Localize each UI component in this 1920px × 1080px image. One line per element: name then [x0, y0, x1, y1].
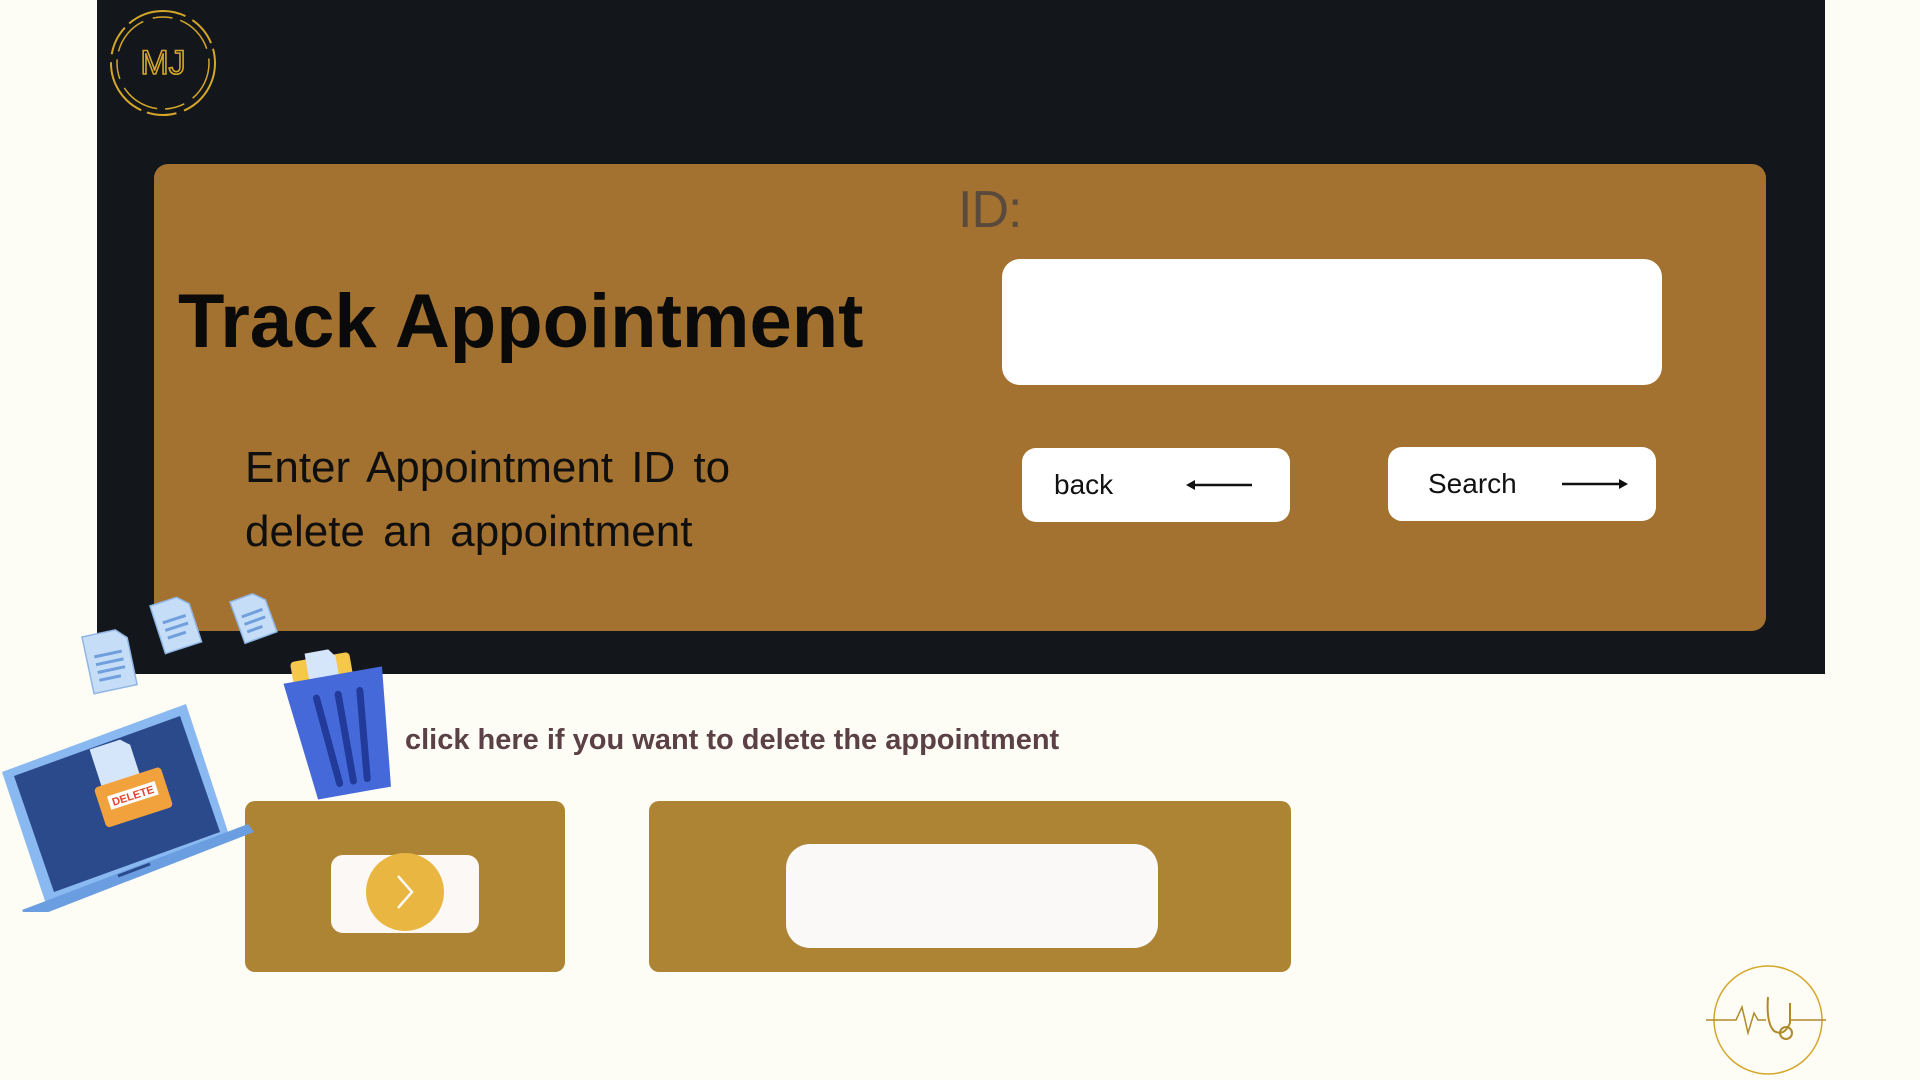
appointment-id-input[interactable]: [1002, 259, 1662, 385]
document-icon: [81, 629, 138, 695]
back-button-label: back: [1054, 469, 1114, 500]
mj-logo-icon: MJ: [110, 10, 216, 116]
stethoscope-heartbeat-icon: [1706, 965, 1826, 1075]
search-button[interactable]: Search: [1388, 447, 1656, 521]
document-icon: [229, 592, 278, 645]
trash-can-icon: [283, 649, 391, 800]
document-icon: [149, 596, 203, 655]
back-button[interactable]: back: [1022, 448, 1290, 522]
search-button-label: Search: [1428, 468, 1517, 499]
id-label: ID:: [958, 181, 1022, 239]
arrow-left-icon: [1186, 480, 1252, 490]
logo-text: MJ: [140, 44, 185, 82]
arrow-right-icon: [1562, 479, 1628, 489]
delete-documents-illustration: DELETE: [2, 592, 391, 912]
laptop-icon: DELETE: [2, 704, 254, 912]
instructions-text: Enter Appointment ID to delete an appoin…: [245, 443, 731, 556]
delete-input-field[interactable]: [786, 844, 1158, 948]
delete-hint-text: click here if you want to delete the app…: [405, 724, 1060, 756]
page-title: Track Appointment: [178, 279, 864, 364]
